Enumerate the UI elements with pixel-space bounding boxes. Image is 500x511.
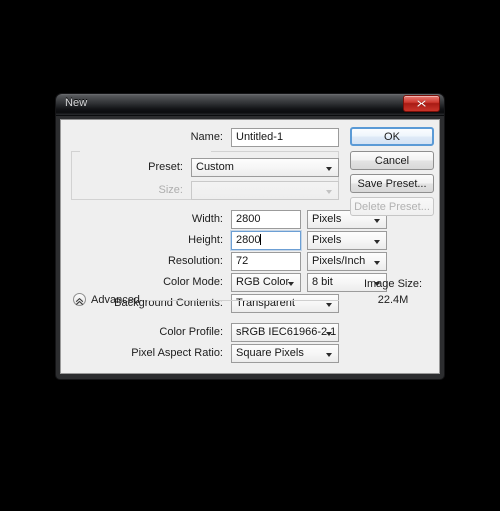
height-unit-value: Pixels bbox=[312, 234, 342, 246]
width-label-box: Width: bbox=[109, 210, 223, 229]
delete-preset-button-label: Delete Preset... bbox=[354, 200, 430, 213]
screen-backdrop: New Name: Untitled-1 Preset: Custom Size… bbox=[0, 0, 500, 511]
background-contents-value: Transparent bbox=[236, 297, 295, 309]
height-label-box: Height: bbox=[109, 231, 223, 250]
color-profile-dropdown[interactable]: sRGB IEC61966-2.1 bbox=[231, 323, 339, 342]
delete-preset-button: Delete Preset... bbox=[350, 197, 434, 216]
save-preset-button-label: Save Preset... bbox=[357, 177, 427, 190]
cancel-button-label: Cancel bbox=[374, 154, 410, 167]
text-caret bbox=[260, 234, 262, 245]
preset-label: Preset: bbox=[148, 161, 183, 173]
color-profile-label-box: Color Profile: bbox=[81, 323, 223, 342]
image-size-info: Image Size: 22.4M bbox=[347, 276, 439, 308]
resolution-input-value: 72 bbox=[236, 255, 249, 267]
new-document-dialog: New Name: Untitled-1 Preset: Custom Size… bbox=[55, 93, 445, 380]
size-dropdown bbox=[191, 181, 339, 200]
color-mode-dropdown[interactable]: RGB Color bbox=[231, 273, 301, 292]
image-size-label: Image Size: bbox=[363, 278, 423, 290]
row-width: Width: 2800 Pixels bbox=[109, 210, 387, 229]
preset-dropdown-value: Custom bbox=[196, 161, 234, 173]
advanced-toggle-button[interactable] bbox=[73, 293, 86, 306]
pixel-aspect-ratio-value: Square Pixels bbox=[236, 347, 304, 359]
pixel-aspect-ratio-dropdown[interactable]: Square Pixels bbox=[231, 344, 339, 363]
row-height: Height: 2800 Pixels bbox=[109, 231, 387, 250]
width-unit-value: Pixels bbox=[312, 213, 342, 225]
button-column: OK Cancel Save Preset... Delete Preset..… bbox=[347, 120, 439, 373]
chevron-down-icon bbox=[326, 332, 332, 336]
color-profile-label: Color Profile: bbox=[159, 326, 223, 338]
name-label: Name: bbox=[190, 131, 223, 143]
chevron-down-icon bbox=[326, 353, 332, 357]
resolution-input[interactable]: 72 bbox=[231, 252, 301, 271]
resolution-label-box: Resolution: bbox=[109, 252, 223, 271]
dialog-client-area: Name: Untitled-1 Preset: Custom Size: Wi… bbox=[60, 119, 440, 374]
dialog-titlebar[interactable]: New bbox=[56, 94, 444, 116]
height-input-value: 2800 bbox=[236, 234, 261, 246]
pixel-aspect-ratio-label: Pixel Aspect Ratio: bbox=[131, 347, 223, 359]
advanced-separator bbox=[147, 300, 339, 301]
resolution-label: Resolution: bbox=[167, 255, 223, 267]
chevron-down-icon bbox=[326, 190, 332, 194]
color-depth-value: 8 bit bbox=[312, 276, 333, 288]
size-label-box: Size: bbox=[79, 181, 183, 200]
image-size-value: 22.4M bbox=[377, 294, 409, 306]
form-column: Name: Untitled-1 Preset: Custom Size: Wi… bbox=[61, 120, 387, 373]
chevron-down-icon bbox=[326, 303, 332, 307]
row-color-mode: Color Mode: RGB Color 8 bit bbox=[109, 273, 387, 292]
row-color-profile: Color Profile: sRGB IEC61966-2.1 bbox=[81, 323, 339, 342]
color-mode-label-box: Color Mode: bbox=[109, 273, 223, 292]
background-contents-dropdown[interactable]: Transparent bbox=[231, 294, 339, 313]
dialog-title: New bbox=[65, 97, 88, 109]
size-label: Size: bbox=[158, 184, 183, 196]
chevron-double-up-icon bbox=[75, 298, 84, 305]
advanced-label: Advanced bbox=[91, 294, 140, 306]
save-preset-button[interactable]: Save Preset... bbox=[350, 174, 434, 193]
row-name: Name: Untitled-1 bbox=[109, 128, 339, 147]
width-input-value: 2800 bbox=[236, 213, 261, 225]
row-preset: Preset: Custom bbox=[71, 158, 339, 177]
color-mode-value: RGB Color bbox=[236, 276, 290, 288]
color-profile-value: sRGB IEC61966-2.1 bbox=[236, 326, 337, 338]
ok-button[interactable]: OK bbox=[350, 127, 434, 146]
height-input[interactable]: 2800 bbox=[231, 231, 301, 250]
name-input[interactable]: Untitled-1 bbox=[231, 128, 339, 147]
color-mode-label: Color Mode: bbox=[163, 276, 223, 288]
chevron-down-icon bbox=[326, 167, 332, 171]
chevron-down-icon bbox=[288, 282, 294, 286]
close-x-icon bbox=[416, 99, 427, 108]
pixel-aspect-ratio-label-box: Pixel Aspect Ratio: bbox=[71, 344, 223, 363]
name-input-value: Untitled-1 bbox=[236, 131, 284, 143]
row-resolution: Resolution: 72 Pixels/Inch bbox=[109, 252, 387, 271]
preset-label-box: Preset: bbox=[79, 158, 183, 177]
row-size: Size: bbox=[71, 181, 339, 200]
cancel-button[interactable]: Cancel bbox=[350, 151, 434, 170]
width-input[interactable]: 2800 bbox=[231, 210, 301, 229]
close-button[interactable] bbox=[403, 95, 440, 112]
name-label-box: Name: bbox=[109, 128, 223, 147]
width-label: Width: bbox=[191, 213, 223, 225]
ok-button-label: OK bbox=[384, 130, 400, 143]
row-pixel-aspect-ratio: Pixel Aspect Ratio: Square Pixels bbox=[71, 344, 339, 363]
preset-dropdown[interactable]: Custom bbox=[191, 158, 339, 177]
height-label: Height: bbox=[188, 234, 223, 246]
